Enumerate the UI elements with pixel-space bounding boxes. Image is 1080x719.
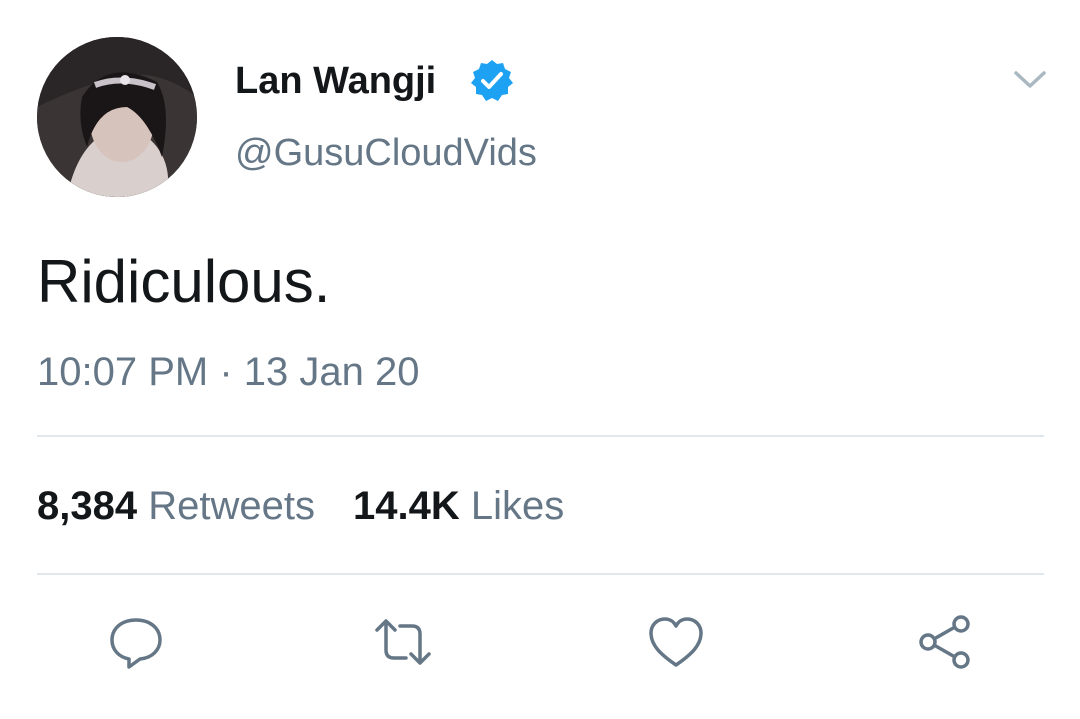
retweet-button[interactable] bbox=[373, 612, 433, 672]
chevron-down-icon[interactable] bbox=[1010, 64, 1050, 94]
display-name[interactable]: Lan Wangji bbox=[235, 58, 436, 104]
retweets-count: 8,384 bbox=[37, 484, 138, 528]
speech-bubble-icon bbox=[110, 618, 162, 669]
tweet-time: 10:07 PM bbox=[37, 350, 209, 394]
retweets-label: Retweets bbox=[148, 484, 315, 528]
tweet-timestamp[interactable]: 10:07 PM · 13 Jan 20 bbox=[37, 348, 420, 396]
likes-label: Likes bbox=[470, 484, 565, 528]
retweet-arrows-icon bbox=[375, 619, 431, 665]
verified-badge-icon bbox=[469, 58, 515, 104]
like-button[interactable] bbox=[646, 612, 706, 672]
heart-icon bbox=[649, 617, 703, 667]
divider bbox=[37, 435, 1044, 437]
divider bbox=[37, 573, 1044, 575]
likes-stat[interactable]: 14.4K Likes bbox=[353, 484, 564, 528]
likes-count: 14.4K bbox=[352, 484, 460, 528]
user-handle[interactable]: @GusuCloudVids bbox=[235, 130, 537, 176]
tweet-date: 13 Jan 20 bbox=[243, 350, 420, 394]
share-button[interactable] bbox=[915, 612, 975, 672]
tweet-stats: 8,384 Retweets 14.4K Likes bbox=[37, 482, 564, 530]
avatar[interactable] bbox=[37, 37, 197, 197]
reply-button[interactable] bbox=[106, 612, 166, 672]
retweets-stat[interactable]: 8,384 Retweets bbox=[37, 484, 315, 528]
timestamp-separator: · bbox=[219, 350, 233, 394]
tweet-text: Ridiculous. bbox=[37, 248, 331, 315]
avatar-image bbox=[37, 37, 197, 197]
share-icon bbox=[919, 615, 970, 669]
